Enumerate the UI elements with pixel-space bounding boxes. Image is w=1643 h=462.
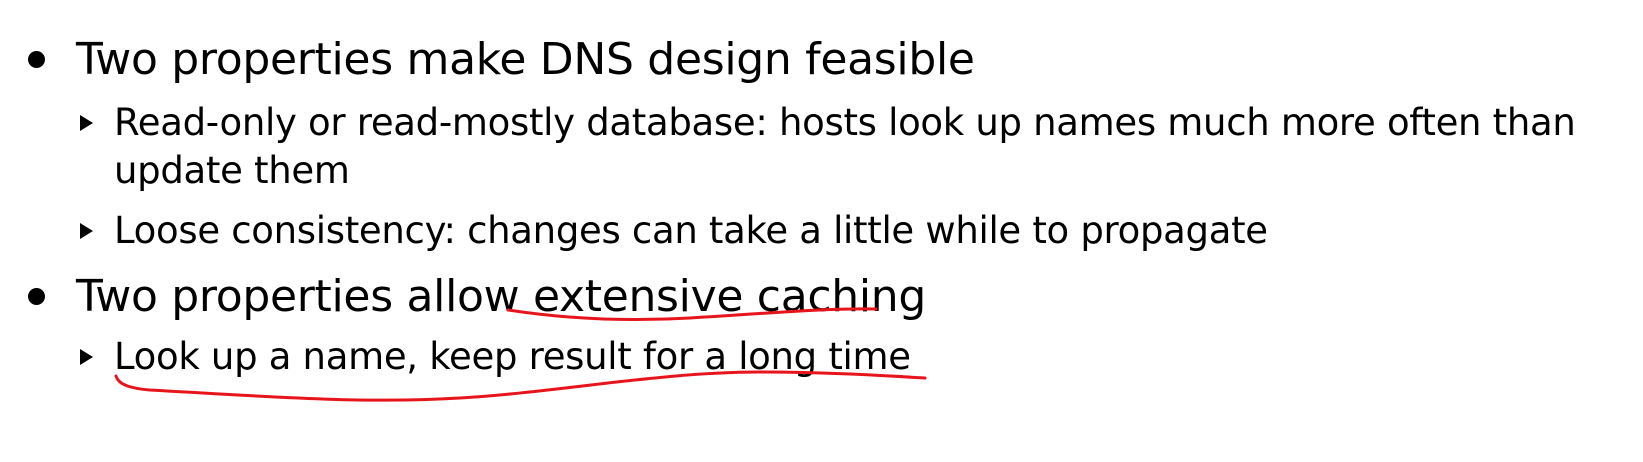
sub-bullet-1-1-line-2: update them xyxy=(114,149,350,192)
sub-bullet-1-2-line-1: Loose consistency: changes can take a li… xyxy=(114,209,1268,252)
bullet-dot-icon xyxy=(28,288,45,305)
slide: Two properties make DNS design feasible … xyxy=(0,0,1643,462)
bullet-dot-icon xyxy=(28,51,45,68)
sub-bullet-triangle-icon xyxy=(80,223,93,239)
bullet-2-text: Two properties allow extensive caching xyxy=(76,271,926,322)
bullet-1-text: Two properties make DNS design feasible xyxy=(76,34,975,85)
sub-bullet-triangle-icon xyxy=(80,349,93,365)
sub-bullet-2-1-line-1: Look up a name, keep result for a long t… xyxy=(114,335,911,378)
sub-bullet-triangle-icon xyxy=(80,115,93,131)
sub-bullet-1-1-line-1: Read-only or read-mostly database: hosts… xyxy=(114,101,1576,144)
